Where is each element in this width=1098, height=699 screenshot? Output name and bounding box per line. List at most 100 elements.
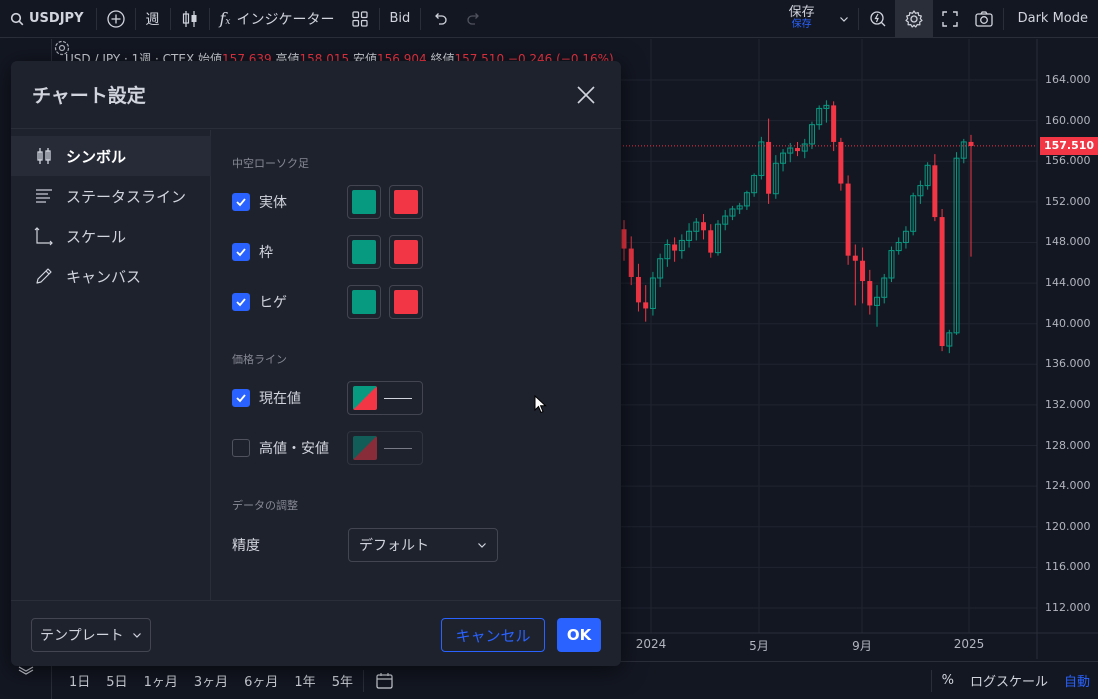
candle-body <box>838 141 844 184</box>
precision-label: 精度 <box>232 538 260 554</box>
compare-symbol-button[interactable] <box>99 0 133 38</box>
range-6m-button[interactable]: 6ヶ月 <box>236 671 286 690</box>
price-tick-label: 156.000 <box>1045 154 1091 168</box>
nav-item-symbol[interactable]: シンボル <box>11 136 211 176</box>
high-low-checkbox[interactable] <box>232 439 250 457</box>
save-status: 保存 <box>791 19 812 31</box>
nav-item-label: キャンバス <box>66 267 142 286</box>
price-source-button[interactable]: Bid <box>382 0 419 38</box>
price-tick-label: 160.000 <box>1045 113 1091 127</box>
calendar-goto-icon[interactable] <box>374 671 396 691</box>
symbol-name: USDJPY <box>29 11 84 26</box>
range-1y-button[interactable]: 1年 <box>286 671 323 690</box>
cancel-button[interactable]: キャンセル <box>441 618 545 652</box>
range-5d-button[interactable]: 5日 <box>98 671 135 690</box>
body-setting-row: 実体 <box>232 185 612 219</box>
interval-button[interactable]: 週 <box>138 0 168 38</box>
chevron-down-icon <box>839 16 848 22</box>
candle-body <box>939 217 945 347</box>
last-price-line-style[interactable] <box>347 381 423 415</box>
settings-panel: 中空ローソク足 実体 枠 ヒゲ 価格ライン 現在値 高値・安値 データの調整 精… <box>212 130 621 600</box>
camera-icon <box>974 10 993 27</box>
price-tick-label: 120.000 <box>1045 519 1091 533</box>
nav-item-label: シンボル <box>66 147 127 166</box>
grid-layout-icon <box>351 10 368 27</box>
divider <box>362 669 364 692</box>
body-checkbox[interactable] <box>232 193 250 211</box>
time-tick-label: 2024 <box>635 637 667 651</box>
fullscreen-icon <box>941 10 958 27</box>
border-up-color-swatch[interactable] <box>347 235 381 269</box>
check-icon <box>236 298 246 307</box>
candle-body <box>867 281 873 306</box>
settings-nav: シンボル ステータスライン スケール キャンバス <box>11 130 211 600</box>
quick-search-button[interactable] <box>861 0 895 38</box>
dialog-title: チャート設定 <box>32 85 146 107</box>
price-tick-label: 132.000 <box>1045 397 1091 411</box>
range-1d-button[interactable]: 1日 <box>61 671 98 690</box>
border-down-color-swatch[interactable] <box>389 235 423 269</box>
nav-item-canvas[interactable]: キャンバス <box>11 256 211 296</box>
fullscreen-button[interactable] <box>933 0 967 38</box>
time-tick-label: 5月 <box>749 639 769 653</box>
candle-body <box>766 141 772 194</box>
precision-value: デフォルト <box>359 538 429 554</box>
range-3m-button[interactable]: 3ヶ月 <box>186 671 236 690</box>
last-price-checkbox[interactable] <box>232 389 250 407</box>
indicators-button[interactable]: fx インジケーター <box>212 0 343 38</box>
wick-down-color-swatch[interactable] <box>389 285 423 319</box>
high-low-line-style[interactable] <box>347 431 423 465</box>
candle-body <box>932 165 938 218</box>
price-tick-label: 140.000 <box>1045 316 1091 330</box>
nav-item-scale[interactable]: スケール <box>11 216 211 256</box>
template-button[interactable]: テンプレート <box>31 618 151 652</box>
gear-icon[interactable] <box>53 39 71 57</box>
percent-scale-button[interactable]: % <box>934 673 962 688</box>
auto-scale-button[interactable]: 自動 <box>1056 671 1098 690</box>
price-tick-label: 116.000 <box>1045 560 1091 574</box>
save-menu-button[interactable] <box>832 0 856 38</box>
settings-button[interactable] <box>894 0 933 38</box>
bottom-toolbar: 1日 5日 1ヶ月 3ヶ月 6ヶ月 1年 5年 % ログスケール 自動 <box>53 661 1098 699</box>
divider <box>1002 7 1004 30</box>
last-price-setting-row: 現在値 <box>232 381 612 415</box>
candle-body <box>968 141 974 146</box>
divider <box>208 7 210 30</box>
log-scale-button[interactable]: ログスケール <box>962 671 1056 690</box>
ok-button[interactable]: OK <box>557 618 601 652</box>
candle-body <box>860 260 866 282</box>
last-price-badge: 157.510 <box>1040 136 1098 155</box>
body-down-color-swatch[interactable] <box>389 185 423 219</box>
candle-body <box>643 302 649 309</box>
symbol-search-button[interactable]: USDJPY <box>0 0 94 38</box>
undo-icon <box>435 12 447 25</box>
time-tick-label: 2025 <box>953 637 985 651</box>
range-1m-button[interactable]: 1ヶ月 <box>136 671 186 690</box>
wick-up-color-swatch[interactable] <box>347 285 381 319</box>
save-button[interactable]: 保存 保存 <box>772 0 832 38</box>
theme-toggle[interactable]: Dark Mode <box>1006 0 1098 38</box>
undo-button[interactable] <box>423 0 457 38</box>
top-toolbar: USDJPY 週 fx インジケーター Bid 保存 保存 Dark Mode <box>0 0 1098 38</box>
precision-select[interactable]: デフォルト <box>348 528 498 562</box>
nav-item-status-line[interactable]: ステータスライン <box>11 176 211 216</box>
close-icon[interactable] <box>574 83 598 107</box>
border-checkbox[interactable] <box>232 243 250 261</box>
high-low-label: 高値・安値 <box>259 441 329 457</box>
price-tick-label: 136.000 <box>1045 357 1091 371</box>
range-5y-button[interactable]: 5年 <box>324 671 361 690</box>
check-icon <box>236 248 246 257</box>
redo-button[interactable] <box>457 0 491 38</box>
layout-button[interactable] <box>343 0 377 38</box>
scale-axes-icon <box>34 226 54 246</box>
gear-icon <box>904 9 923 28</box>
body-up-color-swatch[interactable] <box>347 185 381 219</box>
section-title: データの調整 <box>232 499 298 512</box>
high-low-setting-row: 高値・安値 <box>232 431 612 465</box>
chevron-down-icon <box>133 633 141 638</box>
chart-type-button[interactable] <box>173 0 207 38</box>
snapshot-button[interactable] <box>967 0 1001 38</box>
last-price-label: 現在値 <box>259 391 301 407</box>
wick-checkbox[interactable] <box>232 293 250 311</box>
divider <box>857 7 859 30</box>
